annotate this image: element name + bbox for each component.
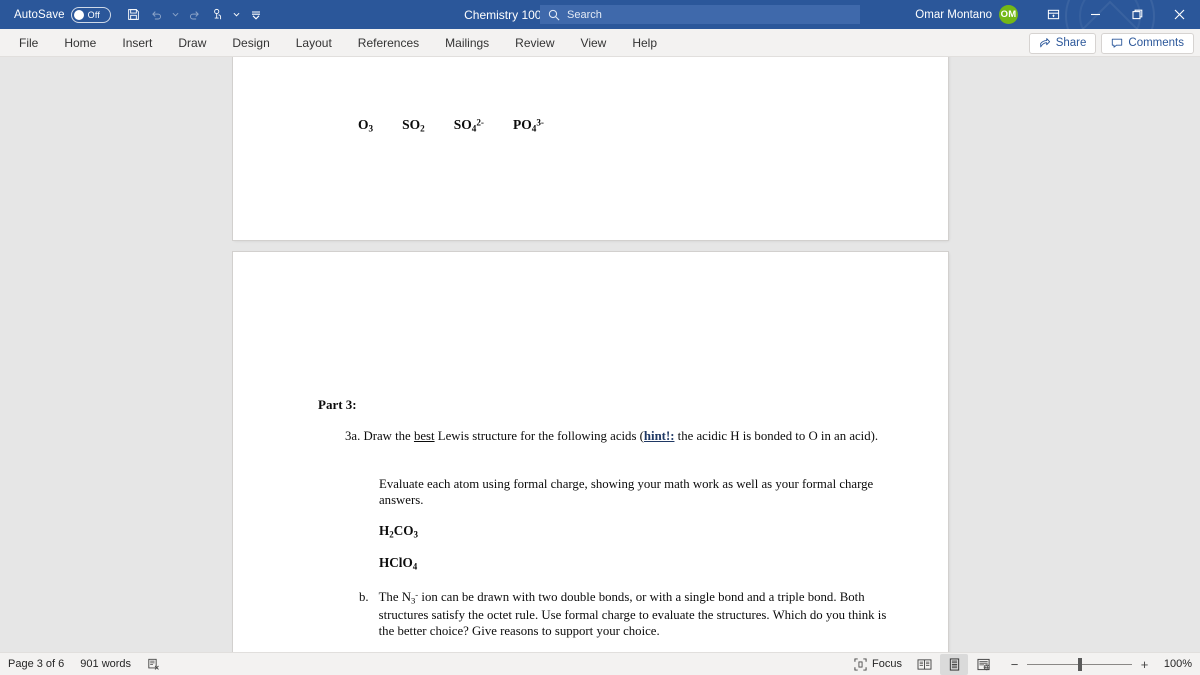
part3-item-b-marker: b.	[359, 590, 369, 604]
share-icon	[1039, 38, 1050, 48]
tab-help[interactable]: Help	[619, 32, 670, 54]
print-layout-button[interactable]	[940, 653, 968, 675]
restore-button[interactable]	[1116, 0, 1158, 29]
title-bar: AutoSave Off Chemistry 1000 HOMEW	[0, 0, 1200, 29]
zoom-control: − + 100%	[1009, 657, 1192, 672]
tab-review[interactable]: Review	[502, 32, 567, 54]
formula-po4: PO43-	[512, 117, 544, 134]
autosave-knob	[73, 9, 84, 20]
part3-item-b: b. The N3- ion can be drawn with two dou…	[359, 589, 889, 639]
undo-dropdown-icon[interactable]	[169, 4, 183, 26]
formula-list: O3 SO2 SO42- PO43-	[358, 117, 544, 134]
autosave-state: Off	[87, 9, 101, 20]
comments-label: Comments	[1128, 37, 1184, 49]
status-bar-right: Focus − + 100%	[848, 653, 1192, 675]
touch-mode-icon[interactable]	[207, 4, 229, 26]
part3-heading: Part 3:	[318, 397, 357, 412]
ribbon-tabs: File Home Insert Draw Design Layout Refe…	[0, 32, 670, 54]
quick-access-toolbar	[123, 4, 267, 26]
search-icon	[548, 9, 560, 21]
word-count[interactable]: 901 words	[80, 658, 131, 670]
part3-item-b-post: ion can be drawn with two double bonds, …	[378, 590, 887, 638]
document-page-previous[interactable]: O3 SO2 SO42- PO43-	[233, 57, 948, 240]
document-workspace[interactable]: O3 SO2 SO42- PO43- Part 3: 3a. Draw the …	[0, 57, 1200, 652]
titlebar-right-group: Omar Montano OM	[915, 0, 1200, 29]
part3-chemical-1: H2CO3	[379, 523, 419, 540]
part3-item-a-pre: Draw the	[363, 429, 414, 443]
tab-mailings[interactable]: Mailings	[432, 32, 502, 54]
zoom-level[interactable]: 100%	[1162, 658, 1192, 670]
avatar[interactable]: OM	[999, 5, 1018, 24]
share-label: Share	[1055, 37, 1087, 49]
tab-references[interactable]: References	[345, 32, 432, 54]
ribbon-display-options-icon[interactable]	[1032, 0, 1074, 29]
undo-icon[interactable]	[146, 4, 168, 26]
share-button[interactable]: Share	[1028, 32, 1097, 54]
tab-file[interactable]: File	[6, 32, 51, 54]
zoom-slider[interactable]	[1027, 657, 1132, 671]
autosave-label: AutoSave	[14, 8, 65, 21]
part3-item-a: 3a. Draw the best Lewis structure for th…	[345, 428, 880, 444]
part3-evaluate-text: Evaluate each atom using formal charge, …	[379, 477, 874, 508]
part3-item-a-post: the acidic H is bonded to O in an acid).	[674, 429, 879, 443]
zoom-out-button[interactable]: −	[1009, 657, 1020, 672]
search-placeholder: Search	[567, 8, 602, 21]
tab-design[interactable]: Design	[219, 32, 282, 54]
part3-item-b-pre: The N	[378, 590, 411, 604]
formula-so4: SO42-	[453, 117, 484, 134]
zoom-slider-thumb[interactable]	[1077, 657, 1082, 671]
save-icon[interactable]	[123, 4, 145, 26]
web-layout-icon	[977, 658, 990, 670]
focus-mode-button[interactable]: Focus	[848, 656, 908, 673]
part3-item-a-mid: Lewis structure for the following acids …	[434, 429, 644, 443]
status-bar: Page 3 of 6 901 words Focus − + 100%	[0, 652, 1200, 675]
read-mode-button[interactable]	[910, 654, 938, 675]
web-layout-button[interactable]	[970, 654, 998, 675]
account-name[interactable]: Omar Montano	[915, 9, 992, 21]
autosave-toggle[interactable]: Off	[70, 6, 111, 23]
part3-item-b-text: The N3- ion can be drawn with two double…	[379, 589, 889, 639]
formula-o3: O3	[358, 117, 374, 134]
accessibility-check-icon[interactable]	[147, 658, 161, 671]
customize-qat-icon[interactable]	[245, 4, 267, 26]
focus-label: Focus	[872, 658, 902, 670]
read-mode-icon	[917, 658, 931, 670]
minimize-button[interactable]	[1074, 0, 1116, 29]
print-layout-icon	[949, 657, 959, 671]
page-indicator[interactable]: Page 3 of 6	[8, 658, 64, 670]
tab-draw[interactable]: Draw	[165, 32, 219, 54]
focus-icon	[854, 657, 867, 671]
document-page-current[interactable]: Part 3: 3a. Draw the best Lewis structur…	[233, 252, 948, 652]
zoom-in-button[interactable]: +	[1139, 657, 1150, 672]
status-bar-left: Page 3 of 6 901 words	[0, 658, 161, 671]
tab-view[interactable]: View	[568, 32, 620, 54]
close-button[interactable]	[1158, 0, 1200, 29]
comments-button[interactable]: Comments	[1101, 32, 1194, 54]
touch-mode-dropdown-icon[interactable]	[230, 4, 244, 26]
tab-layout[interactable]: Layout	[283, 32, 345, 54]
ribbon-right-actions: Share Comments	[1028, 29, 1194, 57]
part3-item-a-hint: hint!:	[643, 429, 675, 443]
comment-icon	[1112, 38, 1123, 48]
part3-item-a-marker: 3a.	[345, 429, 361, 443]
redo-icon[interactable]	[184, 4, 206, 26]
tab-insert[interactable]: Insert	[109, 32, 165, 54]
ribbon-tab-bar: File Home Insert Draw Design Layout Refe…	[0, 29, 1200, 57]
part3-chemical-2: HClO4	[379, 555, 418, 572]
formula-so2: SO2	[402, 117, 425, 134]
search-input[interactable]: Search	[540, 5, 860, 24]
tab-home[interactable]: Home	[51, 32, 109, 54]
part3-item-a-best: best	[413, 429, 435, 443]
